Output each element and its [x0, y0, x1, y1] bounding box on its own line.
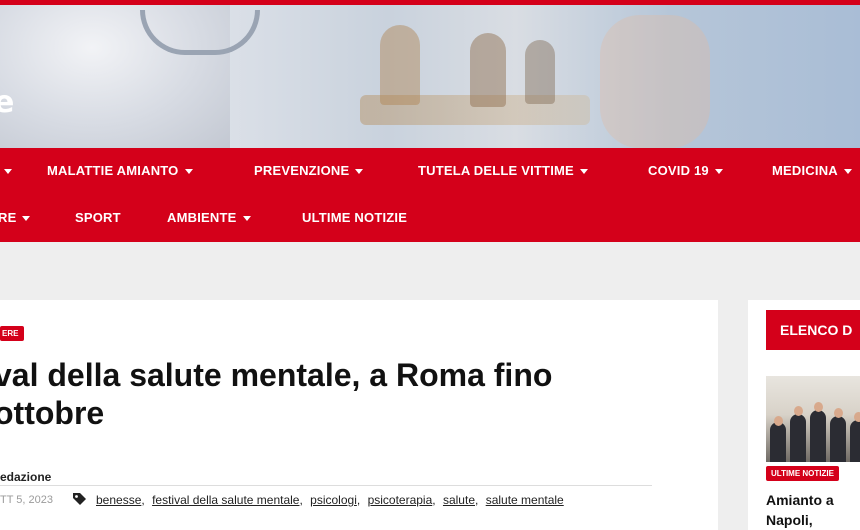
nav-item-ultime-notizie[interactable]: ULTIME NOTIZIE	[302, 210, 407, 225]
nav-item-label: PREVENZIONE	[254, 163, 350, 178]
banner-person-silhouette	[470, 33, 506, 107]
banner-hand-image	[600, 15, 710, 148]
article-title-line: ottobre	[0, 395, 105, 431]
sidebar-heading: ELENCO D	[766, 310, 860, 350]
tag-link[interactable]: benesse	[96, 493, 141, 507]
main-navigation: MALATTIE AMIANTO PREVENZIONE TUTELA DELL…	[0, 148, 860, 242]
nav-item-label: ULTIME NOTIZIE	[302, 210, 408, 225]
chevron-down-icon	[843, 169, 852, 175]
chevron-down-icon	[4, 169, 12, 175]
chevron-down-icon	[355, 169, 364, 175]
sidebar-widget: ELENCO D ULTIME NOTIZIE Amianto a Napoli…	[748, 300, 860, 530]
tag-link[interactable]: salute	[443, 493, 475, 507]
header-banner: e	[0, 5, 860, 148]
chevron-down-icon	[242, 216, 251, 222]
banner-person-silhouette	[525, 40, 555, 104]
sidebar-post-title[interactable]: Amianto a Napoli,	[766, 490, 856, 530]
nav-item-covid-19[interactable]: COVID 19	[648, 163, 723, 178]
tag-link[interactable]: festival della salute mentale	[152, 493, 299, 507]
chevron-down-icon	[22, 216, 31, 222]
article-title: val della salute mentale, a Roma fino ot…	[0, 356, 694, 432]
nav-item-prevenzione[interactable]: PREVENZIONE	[254, 163, 364, 178]
meta-divider	[0, 485, 652, 486]
chevron-down-icon	[184, 169, 193, 175]
sidebar-post-title-line: Amianto a	[766, 492, 834, 508]
sidebar-post-category[interactable]: ULTIME NOTIZIE	[766, 466, 839, 481]
tag-link[interactable]: psicoterapia	[368, 493, 433, 507]
nav-item-partial-re[interactable]: RE	[0, 210, 31, 225]
tag-separator: ,	[141, 493, 145, 507]
tags-icon	[73, 493, 86, 505]
tag-list: benesse, festival della salute mentale, …	[96, 493, 564, 507]
nav-item-partial[interactable]	[0, 163, 12, 178]
tag-separator: ,	[356, 493, 361, 507]
banner-person-silhouette	[380, 25, 420, 105]
photo-person	[770, 422, 786, 462]
article-title-line: val della salute mentale, a Roma fino	[0, 357, 553, 393]
nav-item-label: TUTELA DELLE VITTIME	[418, 163, 574, 178]
photo-face	[854, 412, 860, 422]
photo-person	[810, 410, 826, 462]
chevron-down-icon	[714, 169, 723, 175]
article-date: TT 5, 2023	[0, 494, 53, 506]
nav-item-malattie-amianto[interactable]: MALATTIE AMIANTO	[47, 163, 193, 178]
photo-person	[790, 414, 806, 462]
site-logo[interactable]: e	[0, 85, 14, 120]
nav-item-label: COVID 19	[648, 163, 709, 178]
nav-item-label: AMBIENTE	[167, 210, 237, 225]
nav-item-sport[interactable]: SPORT	[75, 210, 121, 225]
article-author[interactable]: edazione	[0, 470, 51, 484]
nav-item-ambiente[interactable]: AMBIENTE	[167, 210, 251, 225]
nav-item-label: SPORT	[75, 210, 121, 225]
sidebar-post-thumbnail[interactable]	[766, 376, 860, 462]
photo-person	[850, 420, 860, 462]
photo-face	[834, 408, 843, 418]
nav-item-medicina[interactable]: MEDICINA	[772, 163, 852, 178]
photo-face	[774, 416, 783, 426]
tag-link[interactable]: psicologi	[310, 493, 357, 507]
photo-person	[830, 416, 846, 462]
tag-separator: ,	[475, 493, 479, 507]
photo-face	[794, 406, 803, 416]
tag-separator: ,	[299, 493, 303, 507]
category-badge[interactable]: ERE	[0, 326, 25, 341]
chevron-down-icon	[579, 169, 588, 175]
tag-separator: ,	[432, 493, 436, 507]
article-card: ERE val della salute mentale, a Roma fin…	[0, 300, 718, 530]
photo-face	[814, 402, 823, 412]
nav-item-label: MALATTIE AMIANTO	[47, 163, 179, 178]
tag-link[interactable]: salute mentale	[486, 493, 564, 507]
nav-item-label: MEDICINA	[772, 163, 838, 178]
sidebar-post-title-line: Napoli,	[766, 512, 813, 528]
nav-item-label: RE	[0, 210, 17, 225]
nav-item-tutela-delle-vittime[interactable]: TUTELA DELLE VITTIME	[418, 163, 588, 178]
